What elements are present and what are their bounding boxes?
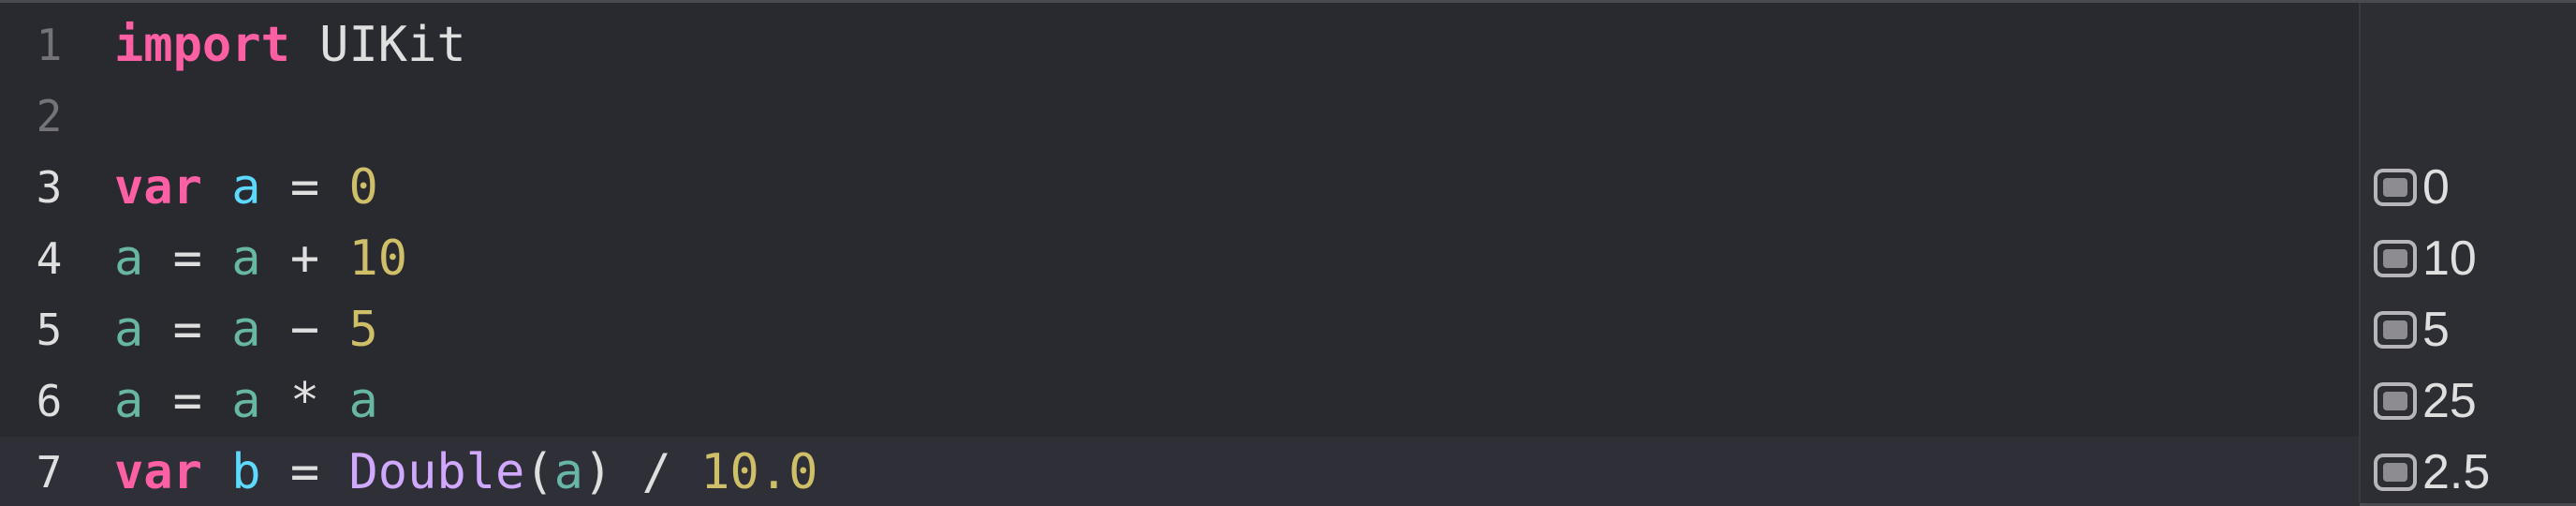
result-item[interactable]: 0: [2374, 152, 2450, 223]
result-item[interactable]: 10: [2374, 223, 2477, 294]
code-line[interactable]: 5a = a − 5: [0, 294, 2360, 365]
code-token-plain: ) /: [582, 444, 701, 500]
result-icon-fill: [2383, 392, 2407, 410]
quick-look-result-icon[interactable]: [2374, 454, 2417, 491]
code-token-decl: b: [231, 444, 261, 500]
line-number: 7: [36, 447, 63, 498]
code-token-plain: +: [260, 231, 349, 287]
quick-look-result-icon[interactable]: [2374, 382, 2417, 420]
code-line[interactable]: 6 a = a * a: [0, 365, 2360, 437]
code-token-plain: *: [260, 373, 349, 429]
code-token-num: 0: [348, 159, 378, 216]
line-number: 3: [36, 162, 63, 213]
code-token-var: a: [231, 373, 261, 429]
line-number: 5: [36, 305, 63, 355]
quick-look-result-icon[interactable]: [2374, 240, 2417, 277]
result-icon-fill: [2383, 463, 2407, 482]
code-token-var: a: [553, 444, 583, 500]
code-text[interactable]: a = a + 10: [114, 223, 407, 294]
code-text[interactable]: a = a * a: [114, 365, 378, 437]
result-value: 5: [2422, 303, 2450, 357]
line-number: 4: [36, 233, 63, 284]
code-token-kw: var: [114, 159, 202, 216]
code-token-plain: (: [524, 444, 554, 500]
line-number: 2: [36, 91, 63, 141]
code-token-plain: =: [143, 302, 232, 358]
result-value: 0: [2422, 160, 2450, 215]
result-icon-fill: [2383, 178, 2407, 197]
result-value: 25: [2422, 374, 2477, 428]
code-text[interactable]: var a = 0: [114, 152, 378, 223]
code-token-decl: a: [231, 159, 261, 216]
code-token-var: a: [114, 231, 144, 287]
code-token-num: 5: [348, 302, 378, 358]
code-line[interactable]: 7 var b = Double(a) / 10.0: [0, 437, 2360, 506]
code-token-plain: UIKit: [289, 17, 466, 73]
line-number: 1: [36, 20, 63, 70]
code-token-var: a: [114, 302, 144, 358]
line-number: 6: [36, 376, 63, 426]
code-token-type: Double: [348, 444, 525, 500]
code-token-plain: =: [260, 159, 349, 216]
code-line[interactable]: 3 var a = 0: [0, 152, 2360, 223]
results-sidebar: 0 10 5 25 2.5: [2359, 3, 2576, 503]
playground-window: 1 import UIKit 2 3 var a = 04a = a + 10 5 a = …: [0, 0, 2576, 506]
code-token-kw: import: [114, 17, 290, 73]
code-token-plain: =: [260, 444, 349, 500]
result-value: 10: [2422, 231, 2477, 286]
code-token-var: a: [231, 302, 261, 358]
code-token-kw: var: [114, 444, 202, 500]
quick-look-result-icon[interactable]: [2374, 311, 2417, 349]
quick-look-result-icon[interactable]: [2374, 169, 2417, 206]
code-line[interactable]: 4a = a + 10: [0, 223, 2360, 294]
code-token-num: 10.0: [700, 444, 818, 500]
result-item[interactable]: 2.5: [2374, 437, 2490, 506]
code-token-var: a: [231, 231, 261, 287]
code-editor[interactable]: 1 import UIKit 2 3 var a = 04a = a + 10 5 a = …: [0, 3, 2360, 506]
code-token-plain: −: [260, 302, 349, 358]
code-token-plain: =: [143, 231, 232, 287]
code-line[interactable]: 1 import UIKit: [0, 9, 2360, 81]
code-token-num: 10: [348, 231, 408, 287]
code-line[interactable]: 2: [0, 81, 2360, 152]
code-token-plain: =: [143, 373, 232, 429]
code-token-var: a: [348, 373, 378, 429]
result-item[interactable]: 25: [2374, 365, 2477, 437]
result-item[interactable]: 5: [2374, 294, 2450, 365]
code-text[interactable]: import UIKit: [114, 9, 466, 81]
result-icon-fill: [2383, 320, 2407, 339]
result-value: 2.5: [2422, 445, 2491, 499]
code-text[interactable]: a = a − 5: [114, 294, 378, 365]
code-token-var: a: [114, 373, 144, 429]
code-text[interactable]: var b = Double(a) / 10.0: [114, 437, 817, 506]
result-icon-fill: [2383, 249, 2407, 268]
